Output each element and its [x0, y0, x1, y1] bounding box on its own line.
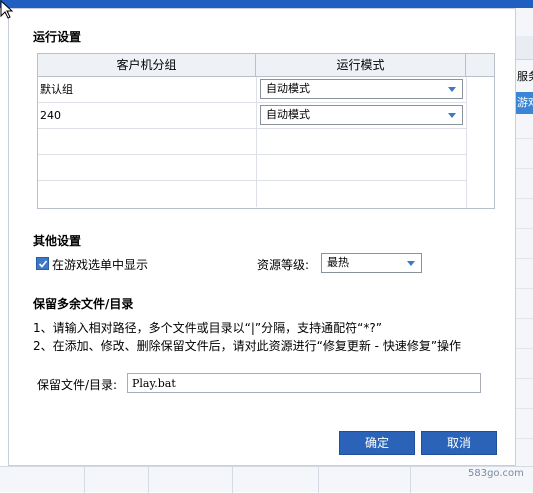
background-row-line [516, 228, 533, 229]
background-col-line [232, 467, 233, 493]
cell-separator [256, 103, 257, 129]
background-row-line [516, 138, 533, 139]
resource-level-select[interactable]: 最热 [321, 253, 422, 273]
keep-files-title: 保留多余文件/目录 [33, 297, 134, 311]
dropdown-arrow-icon [407, 261, 415, 266]
background-status-strip [0, 466, 533, 493]
background-col-line [84, 467, 85, 493]
background-table-strip: 服务 游戏 [515, 8, 533, 492]
row-group-name: 默认组 [40, 83, 73, 96]
background-row-line [516, 438, 533, 439]
dropdown-arrow-icon [448, 87, 456, 92]
background-row-line [516, 378, 533, 379]
ok-button[interactable]: 确定 [339, 431, 415, 455]
cell-separator [256, 77, 257, 103]
background-table-header [516, 36, 533, 60]
cell-separator [256, 155, 257, 181]
background-col-line [318, 467, 319, 493]
background-row-line [516, 288, 533, 289]
show-in-menu-label[interactable]: 在游戏选单中显示 [52, 256, 148, 273]
column-header-group[interactable]: 客户机分组 [38, 54, 256, 77]
table-row[interactable]: 默认组 自动模式 [38, 77, 466, 103]
show-in-menu-checkbox[interactable] [36, 257, 49, 270]
column-header-filler [466, 54, 494, 77]
table-right-separator [466, 77, 467, 208]
column-header-mode[interactable]: 运行模式 [256, 54, 466, 77]
run-mode-value: 自动模式 [266, 108, 310, 121]
table-header: 客户机分组 运行模式 [38, 54, 494, 77]
background-row-line [516, 168, 533, 169]
background-row-line [516, 198, 533, 199]
cell-separator [256, 129, 257, 155]
run-mode-select[interactable]: 自动模式 [260, 105, 463, 125]
run-mode-value: 自动模式 [266, 82, 310, 95]
background-row-line [516, 348, 533, 349]
table-row[interactable]: 240 自动模式 [38, 103, 466, 129]
other-settings-title: 其他设置 [33, 234, 82, 248]
background-selected-row[interactable]: 游戏 [516, 92, 533, 114]
resource-level-value: 最热 [327, 256, 349, 269]
background-col-line [148, 467, 149, 493]
resource-settings-dialog: 运行设置 客户机分组 运行模式 默认组 自动模式 240 自动模式 其他设置 在… [8, 8, 516, 466]
keep-files-note-1: 1、请输入相对路径，多个文件或目录以“|”分隔，支持通配符“*?” [33, 321, 382, 335]
site-watermark: 583go.com [468, 468, 524, 479]
background-header-cell: 服务 [517, 70, 533, 83]
checkmark-icon [38, 260, 48, 268]
row-group-name: 240 [40, 109, 61, 122]
mouse-pointer-icon [0, 0, 14, 19]
cancel-button[interactable]: 取消 [421, 431, 497, 455]
keep-files-note-2: 2、在添加、修改、删除保留文件后，请对此资源进行“修复更新 - 快速修复”操作 [33, 339, 462, 353]
cell-separator [256, 181, 257, 207]
background-row-line [516, 408, 533, 409]
background-row-line [516, 318, 533, 319]
background-col-line [410, 467, 411, 493]
run-settings-title: 运行设置 [33, 30, 82, 44]
keep-files-field-label: 保留文件/目录: [37, 378, 118, 392]
resource-level-label: 资源等级: [257, 258, 310, 272]
dropdown-arrow-icon [448, 113, 456, 118]
table-row-empty [38, 155, 466, 181]
table-row-empty [38, 129, 466, 155]
keep-files-input[interactable] [127, 373, 481, 393]
run-mode-select[interactable]: 自动模式 [260, 79, 463, 99]
background-row-line [516, 258, 533, 259]
table-row-empty [38, 181, 466, 207]
run-mode-table: 客户机分组 运行模式 默认组 自动模式 240 自动模式 [37, 53, 495, 209]
app-title-bar [0, 0, 533, 8]
